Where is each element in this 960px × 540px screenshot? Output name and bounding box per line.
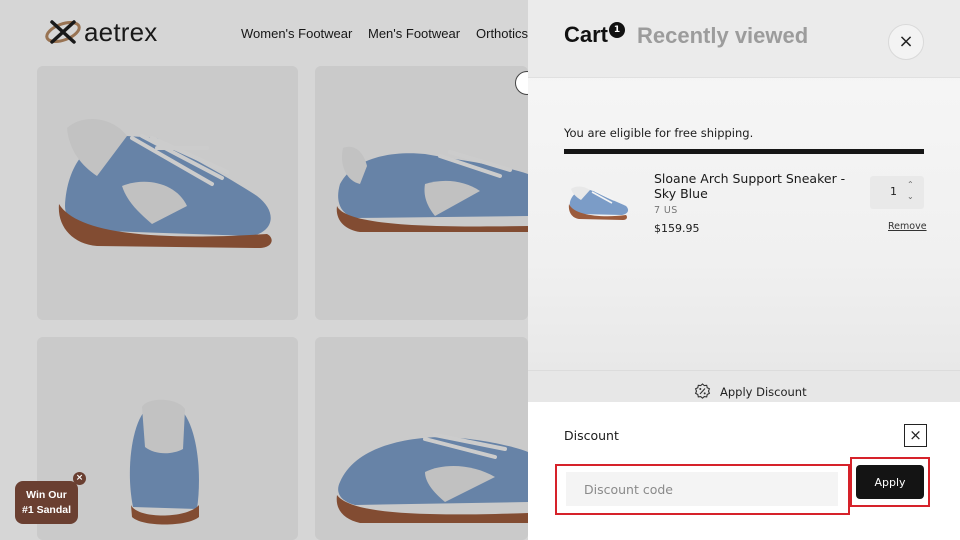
promo-badge[interactable]: Win Our #1 Sandal — [15, 481, 78, 524]
apply-discount-button[interactable]: Apply — [856, 465, 924, 499]
discount-panel: Discount × Apply — [528, 402, 960, 540]
close-icon: × — [898, 31, 914, 52]
close-drawer-button[interactable]: × — [888, 24, 924, 60]
cart-item-name[interactable]: Sloane Arch Support Sneaker - Sky Blue — [654, 171, 854, 201]
discount-title: Discount — [564, 428, 619, 443]
quantity-value[interactable]: 1 — [890, 185, 897, 198]
apply-discount-toggle[interactable]: Apply Discount — [528, 370, 960, 402]
promo-line-2: #1 Sandal — [21, 504, 72, 516]
close-icon: × — [909, 426, 922, 444]
cart-item-price: $159.95 — [654, 222, 700, 235]
chevron-down-icon[interactable]: ⌄ — [907, 192, 914, 201]
apply-discount-label: Apply Discount — [720, 385, 807, 399]
tab-recently-viewed[interactable]: Recently viewed — [637, 23, 808, 49]
discount-code-input[interactable] — [566, 472, 838, 506]
shipping-message: You are eligible for free shipping. — [564, 126, 754, 140]
cart-drawer: Cart 1 Recently viewed × You are eligibl… — [528, 0, 960, 540]
chevron-up-icon[interactable]: ⌃ — [907, 180, 914, 189]
cart-item-image[interactable] — [564, 172, 634, 232]
shipping-progress-bar — [564, 149, 924, 154]
tab-cart[interactable]: Cart — [564, 22, 608, 48]
discount-input-highlight — [555, 464, 850, 515]
apply-button-highlight: Apply — [850, 457, 930, 507]
cart-count-badge: 1 — [609, 22, 625, 38]
promo-close-icon[interactable]: × — [73, 472, 86, 485]
sneaker-thumbnail — [568, 186, 629, 220]
cart-item-variant: 7 US — [654, 205, 678, 216]
close-discount-button[interactable]: × — [904, 424, 927, 447]
drawer-header: Cart 1 Recently viewed × — [528, 0, 960, 78]
discount-tag-icon — [694, 383, 711, 399]
promo-line-1: Win Our — [26, 489, 67, 501]
quantity-stepper[interactable]: 1 ⌃ ⌄ — [870, 176, 924, 209]
remove-item-link[interactable]: Remove — [888, 221, 927, 232]
